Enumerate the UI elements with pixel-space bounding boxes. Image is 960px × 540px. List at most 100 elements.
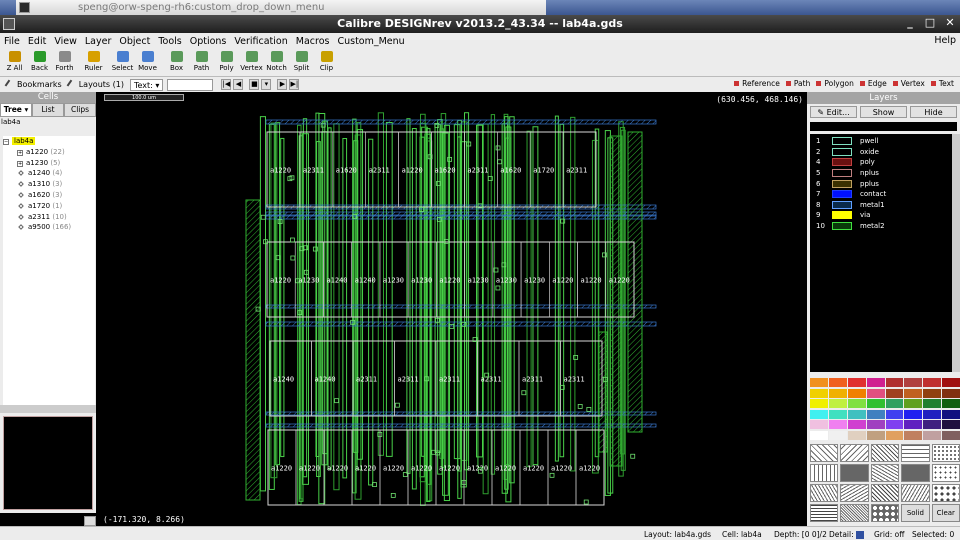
layer-swatch-icon[interactable] <box>832 158 852 167</box>
tool-poly-button[interactable]: Poly <box>214 49 239 77</box>
layer-row-poly[interactable]: 4 poly <box>810 157 960 168</box>
tree-cell-row[interactable]: + a1220 (22) <box>3 147 95 158</box>
fill-pattern-swatch[interactable] <box>870 444 900 462</box>
palette-color-swatch[interactable] <box>923 378 942 387</box>
layer-row-oxide[interactable]: 2 oxide <box>810 147 960 158</box>
layer-swatch-icon[interactable] <box>832 211 852 220</box>
palette-color-swatch[interactable] <box>885 388 904 398</box>
menu-layer[interactable]: Layer <box>81 36 116 47</box>
tree-cell-row[interactable]: a9500 (166) <box>3 222 95 233</box>
palette-color-swatch[interactable] <box>904 430 923 440</box>
tool-select-button[interactable]: Select <box>110 49 135 77</box>
layers-scrollbar[interactable] <box>952 134 960 372</box>
palette-color-swatch[interactable] <box>885 420 904 429</box>
app-icon[interactable] <box>3 18 15 30</box>
fill-pattern-swatch[interactable] <box>810 464 839 482</box>
palette-color-swatch[interactable] <box>866 409 885 419</box>
fill-pattern-swatch[interactable] <box>901 484 930 502</box>
palette-color-swatch[interactable] <box>828 378 847 387</box>
palette-color-swatch[interactable] <box>866 430 885 440</box>
palette-color-swatch[interactable] <box>923 399 942 408</box>
fill-pattern-swatch[interactable] <box>840 464 869 482</box>
collapse-icon[interactable]: − <box>3 139 9 145</box>
palette-color-swatch[interactable] <box>828 399 847 408</box>
palette-color-swatch[interactable] <box>904 420 923 429</box>
cells-scrollbar[interactable] <box>0 405 96 413</box>
palette-color-swatch[interactable] <box>810 409 828 419</box>
tree-root-row[interactable]: − lab4a <box>3 136 95 147</box>
palette-color-swatch[interactable] <box>847 430 866 440</box>
palette-color-swatch[interactable] <box>942 388 960 398</box>
palette-color-swatch[interactable] <box>847 399 866 408</box>
palette-color-swatch[interactable] <box>866 378 885 387</box>
palette-color-swatch[interactable] <box>810 430 828 440</box>
tree-cell-row[interactable]: a1310 (3) <box>3 179 95 190</box>
layer-swatch-icon[interactable] <box>832 200 852 209</box>
tree-cell-row[interactable]: a1240 (4) <box>3 168 95 179</box>
palette-color-swatch[interactable] <box>828 409 847 419</box>
overview-window[interactable] <box>3 416 93 510</box>
tree-cell-row[interactable]: + a1230 (5) <box>3 158 95 169</box>
fill-pattern-swatch[interactable] <box>840 444 869 462</box>
fill-pattern-swatch[interactable] <box>901 444 930 462</box>
layer-swatch-icon[interactable] <box>832 147 852 156</box>
palette-color-swatch[interactable] <box>904 409 923 419</box>
layout-drawing[interactable]: a1220 a2311 a1620 a2311 a1220 a1620 a2311 a1620… <box>96 92 807 513</box>
filter-vertex[interactable]: Vertex <box>892 79 925 88</box>
palette-color-swatch[interactable] <box>885 430 904 440</box>
palette-color-swatch[interactable] <box>923 430 942 440</box>
tool-path-button[interactable]: Path <box>189 49 214 77</box>
pattern-solid-button[interactable]: Solid <box>901 504 930 522</box>
tool-clip-button[interactable]: Clip <box>314 49 339 77</box>
layer-swatch-icon[interactable] <box>832 222 852 231</box>
palette-color-swatch[interactable] <box>828 388 847 398</box>
fill-pattern-swatch[interactable] <box>840 504 869 522</box>
layer-swatch-icon[interactable] <box>832 179 852 188</box>
palette-color-swatch[interactable] <box>942 420 960 429</box>
fill-pattern-swatch[interactable] <box>931 444 960 462</box>
menu-file[interactable]: File <box>0 36 24 47</box>
palette-color-swatch[interactable] <box>942 399 960 408</box>
text-search-input[interactable] <box>167 78 214 91</box>
expand-icon[interactable]: + <box>17 149 23 156</box>
layers-filter-input[interactable] <box>810 122 957 131</box>
menu-verification[interactable]: Verification <box>230 36 291 47</box>
palette-color-swatch[interactable] <box>885 399 904 408</box>
layer-row-contact[interactable]: 7 contact <box>810 189 960 200</box>
first-icon[interactable]: |◀ <box>221 79 232 90</box>
stop-icon[interactable]: ■ <box>249 79 260 90</box>
tool-ruler-button[interactable]: Ruler <box>81 49 106 77</box>
tree-cell-row[interactable]: a2311 (10) <box>3 212 95 223</box>
palette-color-swatch[interactable] <box>866 388 885 398</box>
fill-pattern-swatch[interactable] <box>870 504 900 522</box>
tree-cell-row[interactable]: a1720 (1) <box>3 201 95 212</box>
detail-icon[interactable] <box>856 531 865 539</box>
terminal-window-tab[interactable]: speng@orw-speng-rh6:custom_drop_down_men… <box>16 0 546 15</box>
tool-split-button[interactable]: Split <box>289 49 314 77</box>
tab-list[interactable]: List <box>32 103 64 117</box>
layer-row-via[interactable]: 9 via <box>810 210 960 221</box>
tool-z-all-button[interactable]: Z All <box>2 49 27 77</box>
tab-tree[interactable]: Tree ▾ <box>0 103 32 117</box>
layer-row-metal1[interactable]: 8 metal1 <box>810 200 960 211</box>
tool-box-button[interactable]: Box <box>164 49 189 77</box>
filter-text[interactable]: Text <box>930 79 954 88</box>
menu-view[interactable]: View <box>50 36 81 47</box>
palette-color-swatch[interactable] <box>866 420 885 429</box>
layouts-button[interactable]: Layouts (1) <box>66 79 124 90</box>
palette-color-swatch[interactable] <box>885 378 904 387</box>
filter-polygon[interactable]: Polygon <box>816 79 854 88</box>
preview-toggle-button[interactable] <box>84 516 96 526</box>
palette-color-swatch[interactable] <box>923 388 942 398</box>
menu-edit[interactable]: Edit <box>24 36 50 47</box>
layer-row-pwell[interactable]: 1 pwell <box>810 136 960 147</box>
layers-list[interactable]: 1 pwell 2 oxide 4 poly 5 nplus 6 pplus 7 contact 8 me… <box>810 134 960 372</box>
maximize-icon[interactable]: □ <box>924 17 936 29</box>
palette-color-swatch[interactable] <box>810 420 828 429</box>
tool-notch-button[interactable]: Notch <box>264 49 289 77</box>
filter-path[interactable]: Path <box>785 79 810 88</box>
fill-pattern-swatch[interactable] <box>810 484 839 502</box>
palette-color-swatch[interactable] <box>810 399 828 408</box>
bookmarks-button[interactable]: Bookmarks <box>4 79 62 90</box>
fill-pattern-swatch[interactable] <box>870 484 900 502</box>
